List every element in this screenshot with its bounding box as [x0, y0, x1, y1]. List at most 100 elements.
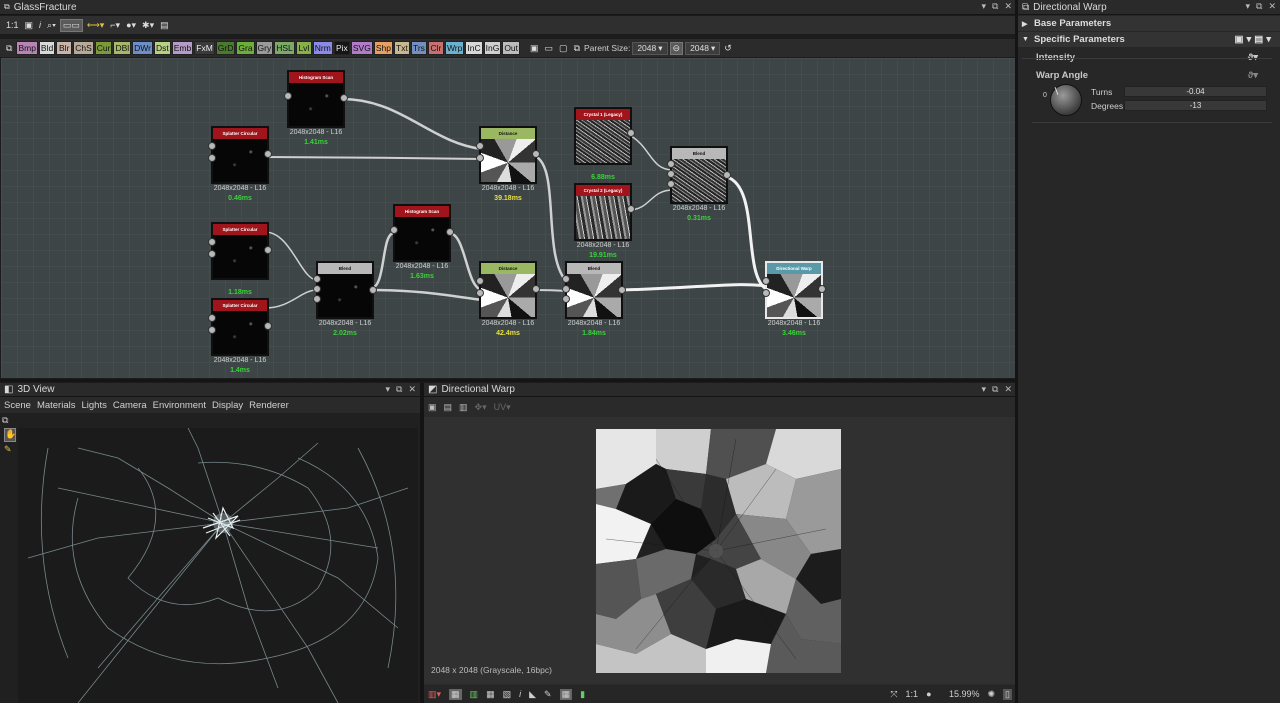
- input-port[interactable]: [208, 142, 216, 150]
- node-tag-button[interactable]: InG: [483, 41, 502, 55]
- graph-node-histo2[interactable]: Histogram Scan: [393, 204, 451, 262]
- output-port[interactable]: [618, 286, 626, 294]
- input-port[interactable]: [476, 289, 484, 297]
- node-tag-button[interactable]: Clr: [427, 41, 444, 55]
- view3d-menu-camera[interactable]: Camera: [113, 400, 147, 411]
- input-port[interactable]: [208, 326, 216, 334]
- node-tag-button[interactable]: DBl: [113, 41, 132, 55]
- camera-toggle-icon[interactable]: ⧉: [2, 415, 16, 429]
- input-port[interactable]: [313, 275, 321, 283]
- view3d-menu-display[interactable]: Display: [212, 400, 243, 411]
- tile-icon[interactable]: ▦: [559, 688, 573, 700]
- graph-node-blend3[interactable]: Blend: [565, 261, 623, 319]
- input-port[interactable]: [208, 250, 216, 258]
- node-tag-button[interactable]: Lvl: [295, 41, 312, 55]
- node-tag-button[interactable]: ChS: [73, 41, 94, 55]
- frame-icon[interactable]: ▣: [23, 19, 36, 32]
- graph-node-splatter2[interactable]: Splatter Circular: [211, 222, 269, 280]
- light-tool-icon[interactable]: ✎: [4, 444, 12, 455]
- output-port[interactable]: [627, 205, 635, 213]
- library-icon[interactable]: ⧉: [4, 42, 14, 55]
- node-tag-button[interactable]: HSL: [274, 41, 295, 55]
- sun-icon[interactable]: ✺: [988, 689, 996, 700]
- input-port[interactable]: [208, 238, 216, 246]
- output-port[interactable]: [818, 285, 826, 293]
- node-tag-button[interactable]: Txt: [393, 41, 410, 55]
- splitter[interactable]: [1015, 0, 1018, 703]
- alpha-icon[interactable]: ▮: [580, 689, 585, 700]
- tiling-icon[interactable]: ✥▾: [475, 402, 487, 413]
- float-icon[interactable]: ⧉: [1256, 1, 1262, 12]
- node-tag-button[interactable]: GrD: [215, 41, 236, 55]
- comment-icon[interactable]: ▣: [528, 42, 541, 55]
- zoom-value[interactable]: 15.99%: [940, 689, 980, 699]
- view3d-menu-scene[interactable]: Scene: [4, 400, 31, 411]
- input-port[interactable]: [284, 92, 292, 100]
- ratio-label[interactable]: 1:1: [906, 689, 919, 699]
- zoom-fit-button[interactable]: 1:1: [4, 19, 21, 32]
- gear-icon[interactable]: ✱▾: [140, 19, 156, 32]
- input-port[interactable]: [762, 277, 770, 285]
- node-tag-button[interactable]: Cur: [94, 41, 113, 55]
- close-icon[interactable]: ✕: [408, 384, 416, 395]
- graph-node-splatter3[interactable]: Splatter Circular: [211, 298, 269, 356]
- input-port[interactable]: [476, 142, 484, 150]
- node-tag-button[interactable]: Blr: [56, 41, 73, 55]
- node-tag-button[interactable]: Dst: [154, 41, 171, 55]
- output-port[interactable]: [723, 171, 731, 179]
- grid-icon[interactable]: ▦: [486, 689, 495, 700]
- input-port[interactable]: [667, 160, 675, 168]
- pin-icon[interactable]: ▾: [385, 384, 390, 395]
- info-icon[interactable]: i: [519, 689, 521, 699]
- input-port[interactable]: [208, 154, 216, 162]
- graph-node-dist2[interactable]: Distance: [479, 261, 537, 319]
- close-icon[interactable]: ✕: [1004, 1, 1012, 12]
- node-graph-canvas[interactable]: Splatter Circular 2048x2048 - L16 0.46ms Hi…: [1, 58, 1015, 378]
- pin-icon[interactable]: ▾: [1245, 1, 1250, 12]
- link-size-icon[interactable]: ⊖: [669, 41, 684, 55]
- node-tag-button[interactable]: Trs: [410, 41, 427, 55]
- graph-node-splatter1[interactable]: Splatter Circular: [211, 126, 269, 184]
- turns-field[interactable]: -0.04: [1124, 86, 1267, 97]
- output-port[interactable]: [264, 322, 272, 330]
- node-tag-button[interactable]: Pix: [333, 41, 350, 55]
- color-icon[interactable]: ▥: [470, 689, 479, 700]
- parent-size-select[interactable]: 2048 ▾: [632, 41, 668, 55]
- histogram-icon[interactable]: ▧: [503, 689, 512, 700]
- node-tag-button[interactable]: Gry: [255, 41, 274, 55]
- output-port[interactable]: [532, 285, 540, 293]
- output-port[interactable]: [340, 94, 348, 102]
- graph-node-blend1[interactable]: Blend: [670, 146, 728, 204]
- close-icon[interactable]: ✕: [1268, 1, 1276, 12]
- frame-node-icon[interactable]: ▭: [543, 42, 556, 55]
- view2d-canvas[interactable]: 2048 x 2048 (Grayscale, 16bpc): [424, 417, 1016, 684]
- view3d-menu-materials[interactable]: Materials: [37, 400, 76, 411]
- float-icon[interactable]: ⧉: [992, 1, 998, 12]
- output-port[interactable]: [264, 246, 272, 254]
- splitter[interactable]: [420, 383, 424, 703]
- section-specific-parameters[interactable]: ▼ Specific Parameters ▣▾▤▾: [1018, 32, 1280, 47]
- pin-icon[interactable]: ▾: [981, 384, 986, 395]
- output-port[interactable]: [532, 150, 540, 158]
- output-port[interactable]: [446, 228, 454, 236]
- output-port[interactable]: [264, 150, 272, 158]
- node-tag-button[interactable]: Gra: [236, 41, 255, 55]
- angle-dial[interactable]: [1050, 84, 1082, 116]
- input-port[interactable]: [667, 180, 675, 188]
- input-port[interactable]: [476, 277, 484, 285]
- camera-icon[interactable]: ▣: [428, 402, 437, 413]
- node-tag-button[interactable]: SVG: [350, 41, 373, 55]
- graph-node-dirwarp[interactable]: Directional Warp: [765, 261, 823, 319]
- degrees-field[interactable]: -13: [1124, 100, 1267, 111]
- levels-icon[interactable]: ◣: [529, 689, 536, 700]
- node-tag-button[interactable]: Bmp: [16, 41, 38, 55]
- view3d-menu-environment[interactable]: Environment: [153, 400, 206, 411]
- input-port[interactable]: [562, 295, 570, 303]
- node-tag-button[interactable]: Wrp: [444, 41, 465, 55]
- node-tag-button[interactable]: Out: [502, 41, 521, 55]
- preset-icons[interactable]: ▣▾▤▾: [1235, 34, 1275, 45]
- zoom-icon[interactable]: ⌕▾: [45, 19, 58, 32]
- input-port[interactable]: [390, 226, 398, 234]
- link-icon[interactable]: ⟷▾: [85, 19, 106, 32]
- fit-icon[interactable]: ⤧: [890, 689, 897, 700]
